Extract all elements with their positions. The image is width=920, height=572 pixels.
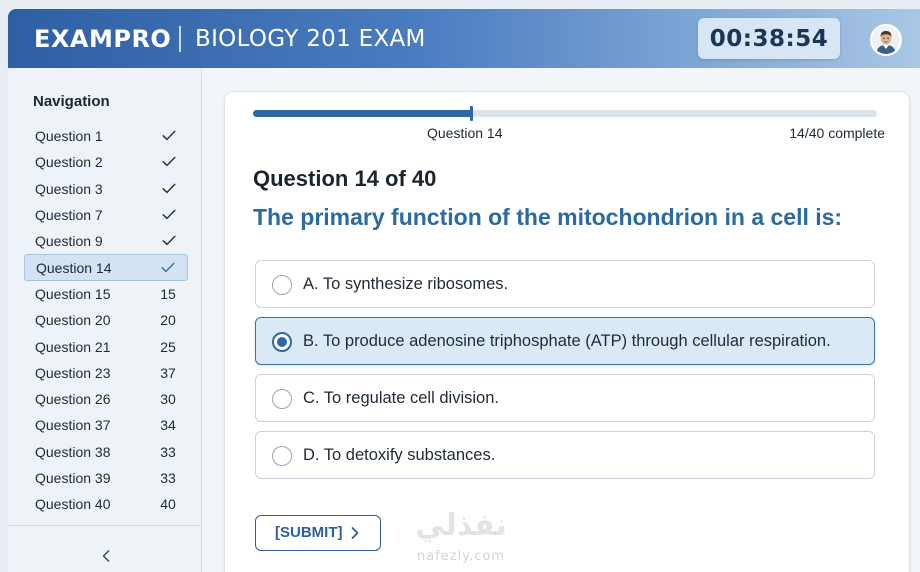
sidebar-item-label: Question 15 (35, 285, 111, 302)
sidebar-item-label: Question 39 (35, 470, 111, 486)
user-avatar[interactable] (870, 24, 902, 56)
sidebar-item-label: Question 23 (35, 364, 111, 381)
sidebar-item-label: Question 2 (35, 154, 103, 171)
brand-logo: EXAMPRO (34, 25, 172, 53)
checkmark-icon (162, 235, 176, 246)
exam-title: BIOLOGY 201 EXAM (195, 26, 426, 52)
sidebar-item-question[interactable]: Question 40 40 (24, 491, 188, 517)
sidebar-item-question[interactable]: Question 3 (24, 176, 188, 202)
sidebar-item-value: 33 (160, 443, 176, 460)
collapse-sidebar-button[interactable] (98, 546, 114, 566)
sidebar-item-label: Question 20 (35, 312, 111, 329)
checkmark-icon (162, 130, 176, 141)
exam-timer: 00:38:54 (698, 18, 840, 59)
question-text: The primary function of the mitochondrio… (253, 204, 843, 230)
submit-label: [SUBMIT] (275, 524, 343, 541)
sidebar-title: Navigation (33, 93, 110, 110)
answer-option-text: A. To synthesize ribosomes. (303, 274, 509, 293)
sidebar-item-label: Question 9 (35, 233, 103, 250)
progress-count: 14/40 complete (789, 125, 885, 141)
sidebar-item-value: 20 (160, 312, 176, 329)
sidebar-item-label: Question 37 (35, 417, 111, 434)
sidebar-item-value: 15 (160, 285, 176, 302)
question-nav-list: Question 1 Question 2 Question 3 Question 7… (24, 123, 188, 517)
avatar-icon (872, 26, 900, 54)
sidebar-item-label: Question 26 (35, 391, 111, 408)
sidebar-item-question[interactable]: Question 20 20 (24, 307, 188, 333)
sidebar-item-value: 40 (160, 496, 176, 513)
radio-button[interactable] (272, 275, 292, 295)
sidebar-item-value: 37 (160, 364, 176, 381)
sidebar-item-question[interactable]: Question 1 (24, 123, 188, 149)
sidebar-item-label: Question 1 (35, 128, 103, 145)
answer-option-text: B. To produce adenosine triphosphate (AT… (303, 331, 831, 350)
sidebar-item-label: Question 14 (36, 259, 112, 276)
sidebar-item-question[interactable]: Question 2 (24, 149, 188, 175)
question-number: Question 14 of 40 (253, 166, 437, 191)
sidebar-item-question[interactable]: Question 26 30 (24, 386, 188, 412)
sidebar-item-question[interactable]: Question 38 33 (24, 439, 188, 465)
submit-button[interactable]: [SUBMIT] (255, 515, 381, 551)
answer-option[interactable]: B. To produce adenosine triphosphate (AT… (255, 317, 875, 365)
checkmark-icon (161, 263, 175, 273)
sidebar-item-question[interactable]: Question 15 15 (24, 281, 188, 307)
sidebar-divider (8, 525, 202, 526)
sidebar: Navigation Question 1 Question 2 Question … (8, 68, 202, 572)
sidebar-item-question[interactable]: Question 23 37 (24, 360, 188, 386)
sidebar-item-question[interactable]: Question 37 34 (24, 412, 188, 438)
answer-option[interactable]: A. To synthesize ribosomes. (255, 260, 875, 308)
sidebar-item-label: Question 38 (35, 443, 111, 460)
sidebar-item-label: Question 3 (35, 180, 103, 197)
sidebar-item-question[interactable]: Question 39 33 (24, 465, 188, 491)
checkmark-icon (162, 209, 176, 220)
answer-option-text: C. To regulate cell division. (303, 388, 499, 407)
chevron-right-icon (351, 527, 359, 539)
sidebar-item-question[interactable]: Question 21 25 (24, 333, 188, 359)
radio-button[interactable] (272, 332, 292, 352)
sidebar-item-question[interactable]: Question 7 (24, 202, 188, 228)
progress-label: Question 14 (427, 125, 503, 141)
answer-option[interactable]: C. To regulate cell division. (255, 374, 875, 422)
progress-marker (470, 106, 473, 121)
sidebar-item-value: 34 (160, 417, 176, 434)
checkmark-icon (162, 156, 176, 167)
question-card: Question 14 14/40 complete Question 14 o… (224, 91, 910, 572)
progress-bar (253, 106, 877, 121)
header-divider (179, 26, 181, 52)
progress-fill (253, 110, 471, 117)
sidebar-item-label: Question 21 (35, 338, 111, 355)
answer-option-text: D. To detoxify substances. (303, 445, 496, 464)
sidebar-item-value: 30 (160, 391, 176, 408)
sidebar-item-label: Question 40 (35, 496, 111, 513)
app-header: EXAMPRO BIOLOGY 201 EXAM 00:38:54 (8, 9, 920, 68)
sidebar-item-question[interactable]: Question 9 (24, 228, 188, 254)
radio-button[interactable] (272, 446, 292, 466)
chevron-left-icon (102, 550, 110, 562)
answer-option[interactable]: D. To detoxify substances. (255, 431, 875, 479)
sidebar-item-question[interactable]: Question 14 (24, 254, 188, 281)
sidebar-item-label: Question 7 (35, 207, 103, 224)
sidebar-item-value: 33 (160, 470, 176, 486)
radio-button[interactable] (272, 389, 292, 409)
sidebar-item-value: 25 (160, 338, 176, 355)
radio-selected-dot (277, 337, 287, 347)
exam-window: EXAMPRO BIOLOGY 201 EXAM 00:38:54 Naviga… (8, 9, 920, 572)
checkmark-icon (162, 183, 176, 193)
